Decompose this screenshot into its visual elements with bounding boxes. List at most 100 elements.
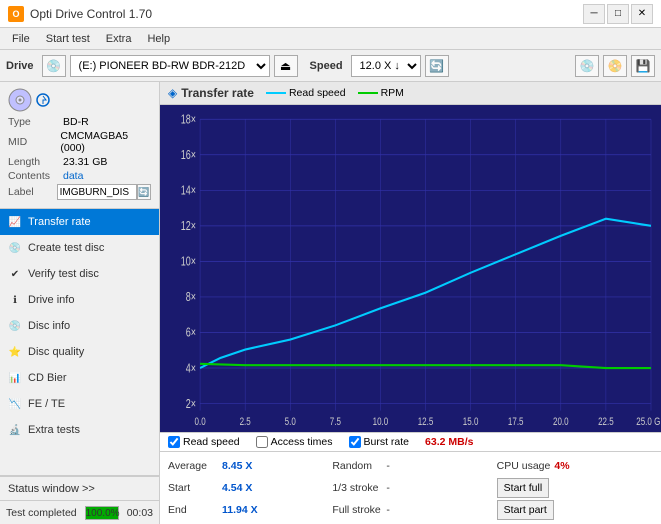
titlebar-title: Opti Drive Control 1.70 — [30, 7, 152, 21]
disc-btn1[interactable]: 💿 — [575, 55, 599, 77]
stat-random-label: Random — [332, 460, 382, 472]
cd-bier-icon: 📊 — [8, 371, 22, 385]
stat-cpu-row: CPU usage 4% — [497, 456, 653, 476]
nav-disc-quality[interactable]: ⭐ Disc quality — [0, 339, 159, 365]
nav-disc-info-label: Disc info — [28, 320, 70, 332]
menu-start-test[interactable]: Start test — [38, 31, 98, 47]
refresh-button[interactable]: 🔄 — [425, 55, 449, 77]
titlebar: O Opti Drive Control 1.70 ─ □ ✕ — [0, 0, 661, 28]
status-window-button[interactable]: Status window >> — [0, 476, 159, 500]
stat-average-row: Average 8.45 X — [168, 456, 324, 476]
legend-read-speed: Read speed — [266, 87, 346, 99]
maximize-button[interactable]: □ — [607, 4, 629, 24]
read-speed-checkbox[interactable] — [168, 436, 180, 448]
legend-read-speed-color — [266, 92, 286, 94]
disc-mid-label: MID — [8, 136, 60, 148]
nav-transfer-rate[interactable]: 📈 Transfer rate — [0, 209, 159, 235]
refresh-small-icon — [36, 93, 50, 107]
svg-text:2×: 2× — [186, 397, 196, 411]
drive-label: Drive — [6, 60, 34, 72]
svg-text:2.5: 2.5 — [240, 416, 252, 429]
checkbox-access-times[interactable]: Access times — [256, 436, 333, 448]
minimize-button[interactable]: ─ — [583, 4, 605, 24]
svg-text:16×: 16× — [181, 149, 196, 163]
chart-title-icon: ◈ — [168, 86, 177, 100]
eject-button[interactable]: ⏏ — [274, 55, 298, 77]
progress-bar: 100.0% — [85, 506, 119, 520]
menu-file[interactable]: File — [4, 31, 38, 47]
drive-select[interactable]: (E:) PIONEER BD-RW BDR-212D 1.00 — [70, 55, 270, 77]
stat-1-3-stroke-row: 1/3 stroke - — [332, 478, 488, 498]
disc-mid-value: CMCMAGBA5 (000) — [60, 130, 151, 154]
svg-text:10.0: 10.0 — [373, 416, 389, 429]
access-times-checkbox[interactable] — [256, 436, 268, 448]
stats-grid: Average 8.45 X Random - CPU usage 4% Sta… — [160, 452, 661, 524]
start-part-button[interactable]: Start part — [497, 500, 554, 520]
status-text: Test completed — [6, 507, 77, 519]
disc-length-row: Length 23.31 GB — [8, 156, 151, 168]
nav-verify-test-disc[interactable]: ✔ Verify test disc — [0, 261, 159, 287]
stat-end-label: End — [168, 504, 218, 516]
disc-info-icon: 💿 — [8, 319, 22, 333]
disc-type-label: Type — [8, 116, 63, 128]
svg-text:20.0: 20.0 — [553, 416, 569, 429]
stat-average-label: Average — [168, 460, 218, 472]
main-content: Type BD-R MID CMCMAGBA5 (000) Length 23.… — [0, 82, 661, 524]
status-bar: Test completed 100.0% 00:03 — [0, 500, 159, 524]
stat-full-stroke-value: - — [386, 504, 390, 516]
disc-btn2[interactable]: 📀 — [603, 55, 627, 77]
stat-1-3-stroke-label: 1/3 stroke — [332, 482, 382, 494]
save-button[interactable]: 💾 — [631, 55, 655, 77]
speed-select[interactable]: 12.0 X ↓ — [351, 55, 421, 77]
svg-text:22.5: 22.5 — [598, 416, 614, 429]
nav-fe-te[interactable]: 📉 FE / TE — [0, 391, 159, 417]
extra-tests-icon: 🔬 — [8, 423, 22, 437]
svg-text:0.0: 0.0 — [195, 416, 207, 429]
disc-length-value: 23.31 GB — [63, 156, 107, 168]
label-refresh-btn[interactable]: 🔄 — [137, 184, 151, 200]
fe-te-icon: 📉 — [8, 397, 22, 411]
svg-text:18×: 18× — [181, 113, 196, 127]
checkbox-read-speed[interactable]: Read speed — [168, 436, 240, 448]
legend-rpm-label: RPM — [381, 87, 404, 99]
disc-panel-header — [8, 88, 151, 112]
app-icon: O — [8, 6, 24, 22]
chart-checkboxes: Read speed Access times Burst rate 63.2 … — [160, 432, 661, 452]
close-button[interactable]: ✕ — [631, 4, 653, 24]
menubar: File Start test Extra Help — [0, 28, 661, 50]
svg-text:15.0: 15.0 — [463, 416, 479, 429]
menu-help[interactable]: Help — [139, 31, 178, 47]
progress-text: 100.0% — [86, 507, 118, 521]
menu-extra[interactable]: Extra — [98, 31, 140, 47]
burst-rate-checkbox-label: Burst rate — [364, 436, 410, 448]
checkbox-burst-rate[interactable]: Burst rate — [349, 436, 410, 448]
nav-extra-tests[interactable]: 🔬 Extra tests — [0, 417, 159, 443]
svg-text:12.5: 12.5 — [418, 416, 434, 429]
legend-read-speed-label: Read speed — [289, 87, 346, 99]
start-full-button[interactable]: Start full — [497, 478, 550, 498]
stat-start-row: Start 4.54 X — [168, 478, 324, 498]
svg-text:8×: 8× — [186, 291, 196, 305]
drive-icon-btn[interactable]: 💿 — [42, 55, 66, 77]
verify-test-disc-icon: ✔ — [8, 267, 22, 281]
nav-fe-te-label: FE / TE — [28, 398, 65, 410]
disc-contents-value: data — [63, 170, 83, 182]
disc-type-row: Type BD-R — [8, 116, 151, 128]
nav-cd-bier-label: CD Bier — [28, 372, 67, 384]
sidebar: Type BD-R MID CMCMAGBA5 (000) Length 23.… — [0, 82, 160, 524]
stat-start-label: Start — [168, 482, 218, 494]
burst-rate-checkbox[interactable] — [349, 436, 361, 448]
stat-random-row: Random - — [332, 456, 488, 476]
nav-cd-bier[interactable]: 📊 CD Bier — [0, 365, 159, 391]
disc-icon — [8, 88, 32, 112]
svg-text:10×: 10× — [181, 255, 196, 269]
nav-disc-info[interactable]: 💿 Disc info — [0, 313, 159, 339]
nav-extra-tests-label: Extra tests — [28, 424, 80, 436]
nav-create-test-disc[interactable]: 💿 Create test disc — [0, 235, 159, 261]
svg-text:25.0 GB: 25.0 GB — [636, 416, 661, 429]
disc-label-input[interactable] — [57, 184, 137, 200]
nav-drive-info[interactable]: ℹ Drive info — [0, 287, 159, 313]
transfer-rate-icon: 📈 — [8, 215, 22, 229]
svg-text:5.0: 5.0 — [285, 416, 297, 429]
stat-random-value: - — [386, 460, 390, 472]
